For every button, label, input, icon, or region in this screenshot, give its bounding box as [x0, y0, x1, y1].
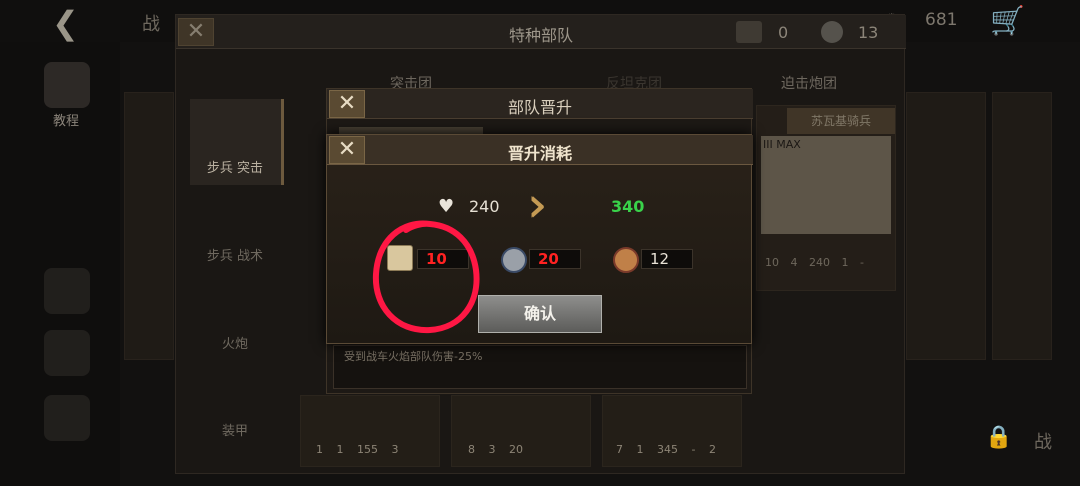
promotion-close-button[interactable]: ✕ — [329, 90, 365, 118]
badge-count: 0 — [778, 23, 789, 42]
battle-label: 战 — [1034, 432, 1052, 453]
film-icon[interactable] — [44, 330, 90, 376]
stat-value: 3 — [391, 443, 399, 456]
category-infantry-tactics[interactable]: 步兵 战术 — [190, 245, 280, 264]
description-box: 受到战车火焰部队伤害-25% — [333, 345, 747, 389]
gold-count: 681 — [925, 10, 958, 30]
hp-current: 240 — [469, 197, 500, 216]
unit-card-bottom-c[interactable] — [602, 395, 742, 467]
stat-value: 7 — [616, 443, 623, 456]
promotion-title: 部队晋升 — [507, 98, 572, 117]
lock-icon: 🔒 — [985, 425, 1013, 450]
stat-value: - — [691, 443, 696, 456]
stat-value: 1 — [316, 443, 323, 456]
stat-value: - — [860, 256, 864, 269]
category-artillery[interactable]: 火炮 — [190, 333, 280, 352]
cost-value: 12 — [641, 249, 693, 269]
category-armor[interactable]: 装甲 — [190, 420, 280, 439]
stat-value: 10 — [765, 256, 779, 269]
stat-value: 155 — [357, 443, 378, 456]
unit-card-c-stats: 7 1 345 - 2 — [616, 443, 716, 456]
cost-title: 晋升消耗 — [507, 144, 572, 163]
nav-tutorial-label[interactable]: 教程 — [53, 110, 79, 129]
cost-value: 20 — [529, 249, 581, 269]
unit-card-bottom-a[interactable] — [300, 395, 440, 467]
cavalry-card-title: 苏瓦基骑兵 — [787, 108, 895, 134]
stat-value: 1 — [636, 443, 644, 456]
game-screen: ❮ 战 ▰ ✺ 681 🛒 教程 🔒 战 特种部队 ✕ 0 13 突击团 反坦克… — [0, 0, 1080, 486]
share-icon[interactable] — [44, 268, 90, 314]
medal-count: 13 — [858, 23, 879, 42]
cavalry-level: III MAX — [763, 138, 801, 151]
description-text: 受到战车火焰部队伤害-25% — [344, 350, 483, 363]
stat-value: 8 — [468, 443, 475, 456]
heart-icon: ♥ — [438, 196, 455, 217]
stat-value: 20 — [509, 443, 523, 456]
cost-close-button[interactable]: ✕ — [329, 136, 365, 164]
bronze-medal-icon — [613, 247, 639, 273]
category-infantry-assault[interactable]: 步兵 突击 — [190, 157, 280, 176]
shop-cart-icon[interactable]: 🛒 — [990, 4, 1025, 37]
hp-new: 340 — [611, 197, 645, 216]
stat-value: 4 — [790, 256, 798, 269]
unit-card-bottom-b[interactable] — [451, 395, 591, 467]
confirm-button[interactable]: 确认 — [478, 295, 602, 333]
silver-medal-icon — [501, 247, 527, 273]
medal-icon — [821, 21, 843, 43]
tab-mortar[interactable]: 迫击炮团 — [781, 73, 837, 93]
stat-value: 3 — [488, 443, 496, 456]
stat-value: 1 — [841, 256, 849, 269]
trophy-icon[interactable] — [44, 395, 90, 441]
bg-card-left — [124, 92, 174, 360]
cavalry-stats: 10 4 240 1 - — [765, 256, 864, 269]
stat-value: 1 — [336, 443, 344, 456]
cavalry-card[interactable]: 苏瓦基骑兵 III MAX 10 4 240 1 - — [756, 105, 896, 291]
page-title: 战 — [142, 14, 160, 35]
bg-card-far-right — [992, 92, 1052, 360]
stat-value: 240 — [809, 256, 830, 269]
red-annotation-circle — [372, 220, 480, 334]
clipboard-icon[interactable] — [44, 62, 90, 108]
double-chevron-icon: ›› — [527, 177, 551, 233]
stat-value: 345 — [657, 443, 678, 456]
badge-icon — [736, 21, 762, 43]
back-arrow-icon[interactable]: ❮ — [52, 4, 79, 42]
bg-card-right — [906, 92, 986, 360]
unit-card-b-stats: 8 3 20 — [468, 443, 523, 456]
special-forces-title: 特种部队 — [508, 26, 573, 45]
stat-value: 2 — [708, 443, 716, 456]
special-forces-close-button[interactable]: ✕ — [178, 18, 214, 46]
unit-card-a-stats: 1 1 155 3 — [316, 443, 399, 456]
